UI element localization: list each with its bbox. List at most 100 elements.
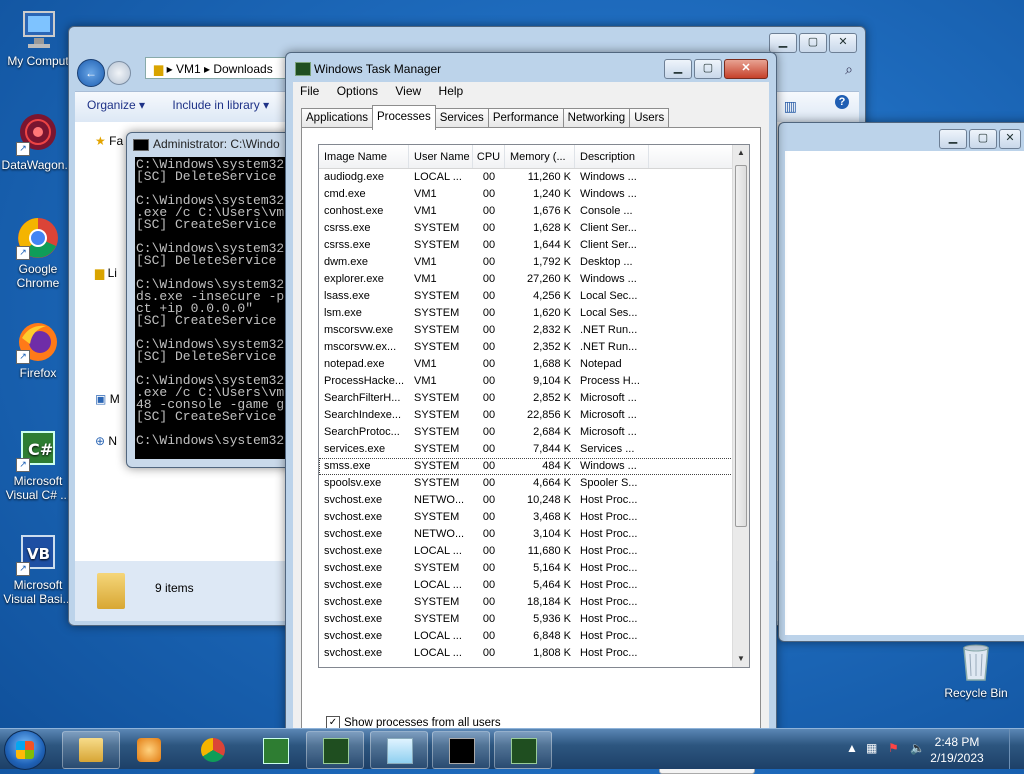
taskbar-explorer[interactable]: [62, 731, 120, 769]
table-row[interactable]: lsm.exe SYSTEM 00 1,620 K Local Ses...: [319, 305, 733, 322]
table-row[interactable]: svchost.exe NETWO... 00 3,104 K Host Proc...: [319, 526, 733, 543]
cmd-window[interactable]: Administrator: C:\Windo C:\Windows\syste…: [126, 132, 298, 468]
table-row[interactable]: lsass.exe SYSTEM 00 4,256 K Local Sec...: [319, 288, 733, 305]
maximize-button[interactable]: ▢: [969, 129, 997, 149]
minimize-button[interactable]: ▁: [664, 59, 692, 79]
table-row[interactable]: SearchIndexe... SYSTEM 00 22,856 K Microsoft…: [319, 407, 733, 424]
table-row[interactable]: svchost.exe LOCAL ... 00 5,464 K Host Proc..…: [319, 577, 733, 594]
table-row[interactable]: cmd.exe VM1 00 1,240 K Windows ...: [319, 186, 733, 203]
breadcrumb-vm1[interactable]: VM1: [176, 62, 201, 76]
table-row[interactable]: spoolsv.exe SYSTEM 00 4,664 K Spooler S...: [319, 475, 733, 492]
column-cpu[interactable]: CPU: [473, 145, 505, 168]
desktop-icon-datawagon[interactable]: ↗ DataWagon...: [0, 112, 76, 172]
column-memory[interactable]: Memory (...: [505, 145, 575, 168]
clock[interactable]: 2:48 PM 2/19/2023: [922, 734, 992, 766]
maximize-button[interactable]: ▢: [799, 33, 827, 53]
menu-options[interactable]: Options: [330, 82, 385, 98]
nav-item-favorites[interactable]: ★ Fa: [95, 134, 123, 148]
desktop-icon-my-computer[interactable]: My Comput: [0, 8, 76, 68]
desktop-icon-visual-basic[interactable]: VB ↗ Microsoft Visual Basi...: [0, 532, 76, 606]
taskbar-task-manager[interactable]: [306, 731, 364, 769]
taskbar-task-manager-2[interactable]: [494, 731, 552, 769]
table-row[interactable]: svchost.exe LOCAL ... 00 6,848 K Host Proc..…: [319, 628, 733, 645]
table-row[interactable]: svchost.exe LOCAL ... 00 1,808 K Host Proc..…: [319, 645, 733, 662]
show-desktop-button[interactable]: [1009, 729, 1024, 769]
desktop-icon-chrome[interactable]: ↗ Google Chrome: [0, 216, 76, 290]
table-row[interactable]: csrss.exe SYSTEM 00 1,644 K Client Ser...: [319, 237, 733, 254]
tab-performance[interactable]: Performance: [487, 108, 564, 128]
task-manager-window[interactable]: Windows Task Manager ▁ ▢ ✕ File Options …: [285, 52, 777, 774]
taskbar-visual-csharp[interactable]: [246, 731, 304, 769]
table-row[interactable]: services.exe SYSTEM 00 7,844 K Services ...: [319, 441, 733, 458]
taskbar-notepad[interactable]: [370, 731, 428, 769]
show-hidden-icons-icon[interactable]: ▲: [846, 741, 860, 755]
search-icon[interactable]: ⌕: [845, 61, 853, 78]
back-button[interactable]: ←: [77, 59, 105, 87]
table-row[interactable]: csrss.exe SYSTEM 00 1,628 K Client Ser...: [319, 220, 733, 237]
tab-users[interactable]: Users: [629, 108, 670, 128]
organize-button[interactable]: Organize ▾: [75, 92, 157, 118]
table-row[interactable]: audiodg.exe LOCAL ... 00 11,260 K Windows ..…: [319, 169, 733, 186]
minimize-button[interactable]: ▁: [939, 129, 967, 149]
minimize-button[interactable]: ▁: [769, 33, 797, 53]
table-row[interactable]: svchost.exe SYSTEM 00 5,936 K Host Proc...: [319, 611, 733, 628]
table-row[interactable]: dwm.exe VM1 00 1,792 K Desktop ...: [319, 254, 733, 271]
nav-item-libraries[interactable]: ▆ Li: [95, 266, 117, 280]
tab-processes[interactable]: Processes: [372, 105, 436, 130]
close-button[interactable]: ✕: [829, 33, 857, 53]
table-row[interactable]: ProcessHacke... VM1 00 9,104 K Process H...: [319, 373, 733, 390]
scroll-up-arrow-icon[interactable]: ▲: [733, 145, 749, 161]
process-image-name: lsm.exe: [324, 307, 362, 319]
table-row[interactable]: explorer.exe VM1 00 27,260 K Windows ...: [319, 271, 733, 288]
desktop-icon-firefox[interactable]: ↗ Firefox: [0, 320, 76, 380]
start-button[interactable]: [4, 730, 46, 770]
tab-services[interactable]: Services: [434, 108, 489, 128]
network-icon[interactable]: ▦: [866, 741, 880, 755]
table-row[interactable]: smss.exe SYSTEM 00 484 K Windows ...: [319, 458, 733, 475]
table-row[interactable]: svchost.exe LOCAL ... 00 11,680 K Host Proc.…: [319, 543, 733, 560]
table-row[interactable]: svchost.exe SYSTEM 00 18,184 K Host Proc...: [319, 594, 733, 611]
desktop-icon-visual-csharp[interactable]: C# ↗ Microsoft Visual C# ...: [0, 428, 76, 502]
taskbar-media-player[interactable]: [120, 731, 178, 769]
background-window[interactable]: ▁ ▢ ✕: [778, 122, 1024, 642]
help-icon[interactable]: ?: [835, 95, 849, 109]
menu-file[interactable]: File: [293, 82, 326, 98]
table-row[interactable]: SearchProtoc... SYSTEM 00 2,684 K Microsoft …: [319, 424, 733, 441]
table-row[interactable]: notepad.exe VM1 00 1,688 K Notepad: [319, 356, 733, 373]
include-in-library-button[interactable]: Include in library ▾: [160, 92, 281, 118]
column-image-name[interactable]: Image Name: [319, 145, 409, 168]
media-player-icon: [137, 738, 161, 762]
cmd-console-output[interactable]: C:\Windows\system32 [SC] DeleteService C…: [135, 157, 297, 459]
breadcrumb-downloads[interactable]: Downloads: [213, 62, 272, 76]
table-row[interactable]: mscorsvw.exe SYSTEM 00 2,832 K .NET Run...: [319, 322, 733, 339]
table-row[interactable]: mscorsvw.ex... SYSTEM 00 2,352 K .NET Run...: [319, 339, 733, 356]
scrollbar-thumb[interactable]: [735, 165, 747, 527]
tab-applications[interactable]: Applications: [301, 108, 374, 128]
menu-help[interactable]: Help: [432, 82, 471, 98]
action-center-icon[interactable]: ⚑: [888, 741, 902, 755]
table-row[interactable]: conhost.exe VM1 00 1,676 K Console ...: [319, 203, 733, 220]
process-image-name: services.exe: [324, 443, 386, 455]
close-button[interactable]: ✕: [724, 59, 768, 79]
tab-networking[interactable]: Networking: [562, 108, 631, 128]
nav-item-network[interactable]: ⊕ N: [95, 434, 117, 448]
process-list[interactable]: Image Name User Name CPU Memory (... Des…: [318, 144, 750, 668]
table-row[interactable]: svchost.exe NETWO... 00 10,248 K Host Proc..…: [319, 492, 733, 509]
star-icon: ★: [95, 134, 106, 148]
preview-pane-icon[interactable]: ▥: [772, 92, 809, 121]
process-list-scrollbar[interactable]: ▲ ▼: [732, 145, 749, 667]
close-button[interactable]: ✕: [999, 129, 1021, 149]
column-user-name[interactable]: User Name: [409, 145, 473, 168]
table-row[interactable]: SearchFilterH... SYSTEM 00 2,852 K Microsoft…: [319, 390, 733, 407]
nav-item-mycomputer[interactable]: ▣ M: [95, 392, 120, 406]
taskbar-cmd[interactable]: [432, 731, 490, 769]
maximize-button[interactable]: ▢: [694, 59, 722, 79]
scroll-down-arrow-icon[interactable]: ▼: [733, 651, 749, 667]
desktop-icon-recycle-bin[interactable]: Recycle Bin: [938, 640, 1014, 700]
table-row[interactable]: svchost.exe SYSTEM 00 5,164 K Host Proc...: [319, 560, 733, 577]
column-description[interactable]: Description: [575, 145, 649, 168]
forward-button[interactable]: [107, 61, 131, 85]
table-row[interactable]: svchost.exe SYSTEM 00 3,468 K Host Proc...: [319, 509, 733, 526]
menu-view[interactable]: View: [388, 82, 428, 98]
taskbar-chrome[interactable]: [184, 731, 242, 769]
